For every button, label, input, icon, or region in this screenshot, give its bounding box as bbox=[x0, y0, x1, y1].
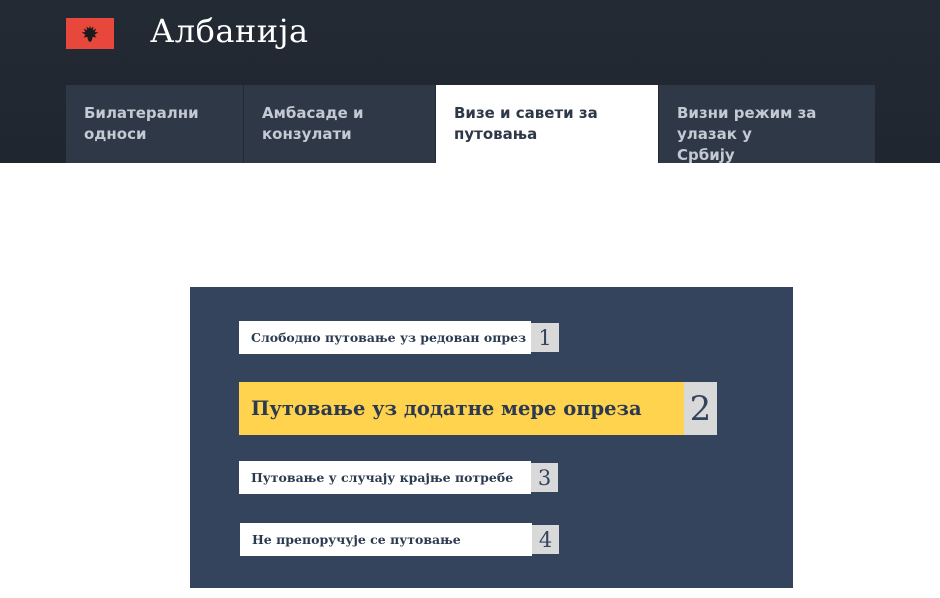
advisory-level-1: Слободно путовање уз редован опрез 1 bbox=[239, 321, 559, 354]
advisory-level-label: Путовање уз додатне мере опреза bbox=[239, 382, 686, 435]
advisory-level-label: Слободно путовање уз редован опрез bbox=[239, 321, 531, 354]
advisory-level-number: 4 bbox=[532, 525, 559, 554]
travel-advisory-panel: Слободно путовање уз редован опрез 1 Пут… bbox=[190, 287, 793, 588]
advisory-level-number: 1 bbox=[531, 323, 559, 352]
albania-flag-icon bbox=[66, 18, 114, 49]
advisory-level-number: 3 bbox=[531, 463, 558, 492]
advisory-level-2-active: Путовање уз додатне мере опреза 2 bbox=[239, 382, 717, 435]
advisory-level-number: 2 bbox=[684, 382, 717, 435]
tab-bilateral-relations[interactable]: Билатерални односи bbox=[66, 85, 244, 163]
advisory-level-4: Не препоручује се путовање 4 bbox=[240, 523, 559, 556]
tab-visa-regime-serbia[interactable]: Визни режим за улазак у Србију bbox=[659, 85, 875, 164]
tab-bar: Билатерални односи Амбасаде и конзулати … bbox=[66, 85, 875, 164]
advisory-level-label: Не препоручује се путовање bbox=[240, 523, 532, 556]
site-header: Албанија Билатерални односи Амбасаде и к… bbox=[0, 0, 940, 164]
advisory-level-label: Путовање у случају крајње потребе bbox=[239, 461, 531, 494]
advisory-level-3: Путовање у случају крајње потребе 3 bbox=[239, 461, 558, 494]
tab-visas-travel-advice[interactable]: Визе и савети за путовања bbox=[436, 85, 659, 163]
page-title: Албанија bbox=[150, 12, 309, 50]
tab-embassies-consulates[interactable]: Амбасаде и конзулати bbox=[244, 85, 436, 163]
eagle-icon bbox=[81, 25, 99, 42]
